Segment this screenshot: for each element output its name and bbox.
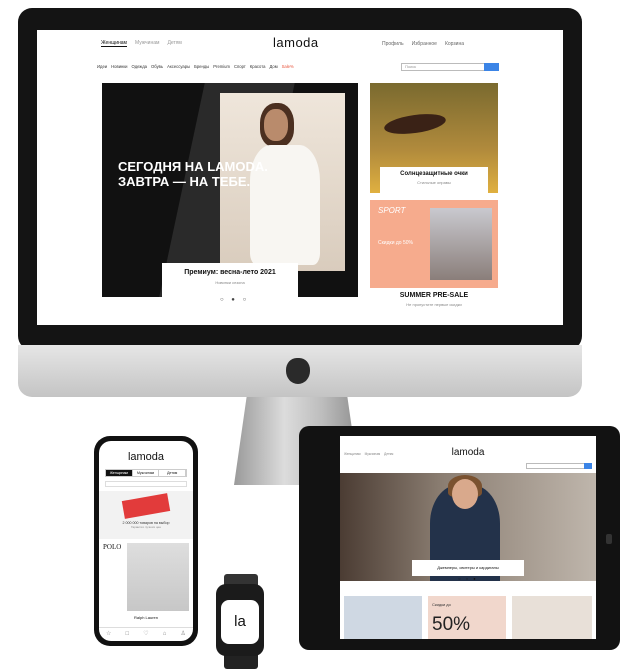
phone-logo[interactable]: lamoda xyxy=(99,451,193,463)
promo-sport[interactable]: SPORT Скидки до 50% SUMMER PRE-SALE Не п… xyxy=(370,200,498,320)
tablet-search-input[interactable] xyxy=(526,463,592,469)
hero-banner[interactable]: СЕГОДНЯ НА LAMODA. ЗАВТРА — НА ТЕБЕ. Пре… xyxy=(102,83,358,297)
tablet-hero-card[interactable]: Джемперы, свитеры и кардиганы xyxy=(412,560,524,576)
phone-tab-women[interactable]: Женщинам xyxy=(106,470,133,476)
promo-sport-label: SPORT xyxy=(378,206,406,215)
nav-clothes[interactable]: Одежда xyxy=(132,64,147,69)
hero-card[interactable]: Премиум: весна-лето 2021 Новинки сезона xyxy=(162,263,298,297)
catalog-icon[interactable]: □ xyxy=(126,628,130,641)
cart-link[interactable]: Корзина xyxy=(445,41,464,47)
nav-brands[interactable]: Бренды xyxy=(194,64,209,69)
nav-sport[interactable]: Спорт xyxy=(234,64,246,69)
lamoda-logo[interactable]: lamoda xyxy=(273,35,319,50)
nav-home[interactable]: Дом xyxy=(269,64,277,69)
phone-polo-text: POLO xyxy=(103,543,122,551)
tablet-tile-2[interactable]: Скидки до 50% xyxy=(428,596,506,639)
sunglasses-image xyxy=(383,110,447,138)
phone-banner[interactable]: 2 000 000 товаров на выбор Гарантия лучш… xyxy=(99,491,193,539)
promo-sunglasses-title: Солнцезащитные очки xyxy=(400,171,468,177)
promo-sport-photo xyxy=(430,208,492,280)
nav-shoes[interactable]: Обувь xyxy=(151,64,163,69)
profile-icon[interactable]: ♙ xyxy=(181,628,186,641)
bag-icon[interactable]: ⌂ xyxy=(163,628,167,641)
nav-sale[interactable]: Sale% xyxy=(282,64,294,69)
tablet-search-button[interactable] xyxy=(584,463,592,469)
tablet-tile-1[interactable] xyxy=(344,596,422,639)
hero-headline: СЕГОДНЯ НА LAMODA. ЗАВТРА — НА ТЕБЕ. xyxy=(118,159,268,189)
tablet-tile-2-caption: Скидки до xyxy=(432,602,451,607)
phone-banner-text: 2 000 000 товаров на выбор Гарантия лучш… xyxy=(99,521,193,529)
tablet-tile-3[interactable] xyxy=(512,596,592,639)
heart-icon[interactable]: ♡ xyxy=(143,628,148,641)
promo-sport-title: SUMMER PRE-SALE xyxy=(399,292,469,299)
tablet-tile-2-discount: 50% xyxy=(432,614,471,635)
phone-tab-men[interactable]: Мужчинам xyxy=(133,470,160,476)
tablet-model-face xyxy=(452,479,478,509)
phone-gender-tabs: Женщинам Мужчинам Детям xyxy=(105,469,187,477)
model-face xyxy=(264,109,288,141)
phone-tab-bar: ☆ □ ♡ ⌂ ♙ xyxy=(99,627,193,641)
phone-screen: lamoda Женщинам Мужчинам Детям 2 000 000… xyxy=(99,441,193,641)
phone-couple-photo[interactable] xyxy=(127,543,189,611)
phone-tab-kids[interactable]: Детям xyxy=(159,470,187,476)
home-icon[interactable]: ☆ xyxy=(106,628,111,641)
tab-kids[interactable]: Детям xyxy=(167,40,181,47)
nav-beauty[interactable]: Красота xyxy=(250,64,266,69)
top-bar: Женщинам Мужчинам Детям lamoda Профиль И… xyxy=(37,30,563,58)
account-links: Профиль Избранное Корзина xyxy=(382,41,464,47)
phone-banner-sub: Гарантия лучших цен xyxy=(131,525,161,529)
nav-premium[interactable]: Premium xyxy=(213,64,230,69)
promo-sport-discount: Скидки до 50% xyxy=(378,240,413,246)
promo-sunglasses-card: Солнцезащитные очки Стильные оправы xyxy=(380,167,488,193)
hero-card-subtitle: Новинки сезона xyxy=(215,280,245,285)
watch-logo[interactable]: la xyxy=(221,600,259,644)
tab-women[interactable]: Женщинам xyxy=(101,40,127,47)
tablet-carousel-dots[interactable]: ○ ○ ● xyxy=(340,576,596,581)
gender-tabs: Женщинам Мужчинам Детям xyxy=(101,40,182,47)
category-nav: Идеи Новинки Одежда Обувь Аксессуары Бре… xyxy=(97,64,294,69)
favorites-link[interactable]: Избранное xyxy=(412,41,437,47)
apple-logo-icon xyxy=(286,358,310,384)
desktop-screen: Женщинам Мужчинам Детям lamoda Профиль И… xyxy=(37,30,563,325)
nav-new[interactable]: Новинки xyxy=(111,64,127,69)
promo-sport-sub: Не пропустите первые скидки xyxy=(406,302,462,307)
phone-brand-label: Ralph Lauren xyxy=(133,615,159,620)
tab-men[interactable]: Мужчинам xyxy=(135,40,159,47)
search-button[interactable] xyxy=(484,63,499,71)
profile-link[interactable]: Профиль xyxy=(382,41,404,47)
ipad-home-button xyxy=(606,534,612,544)
hero-card-title: Премиум: весна-лето 2021 xyxy=(184,269,276,276)
tablet-logo[interactable]: lamoda xyxy=(340,447,596,458)
nav-ideas[interactable]: Идеи xyxy=(97,64,107,69)
promo-sport-card: SUMMER PRE-SALE Не пропустите первые ски… xyxy=(370,288,498,320)
carousel-dots[interactable]: ○ ● ○ xyxy=(220,297,249,303)
nav-accessories[interactable]: Аксессуары xyxy=(167,64,190,69)
phone-banner-box xyxy=(121,493,171,519)
promo-sunglasses-sub: Стильные оправы xyxy=(417,180,451,185)
tablet-screen: Женщинам Мужчинам Детям lamoda Джемперы,… xyxy=(340,436,596,639)
promo-sunglasses[interactable]: Солнцезащитные очки Стильные оправы xyxy=(370,83,498,193)
phone-search-input[interactable] xyxy=(105,481,187,487)
